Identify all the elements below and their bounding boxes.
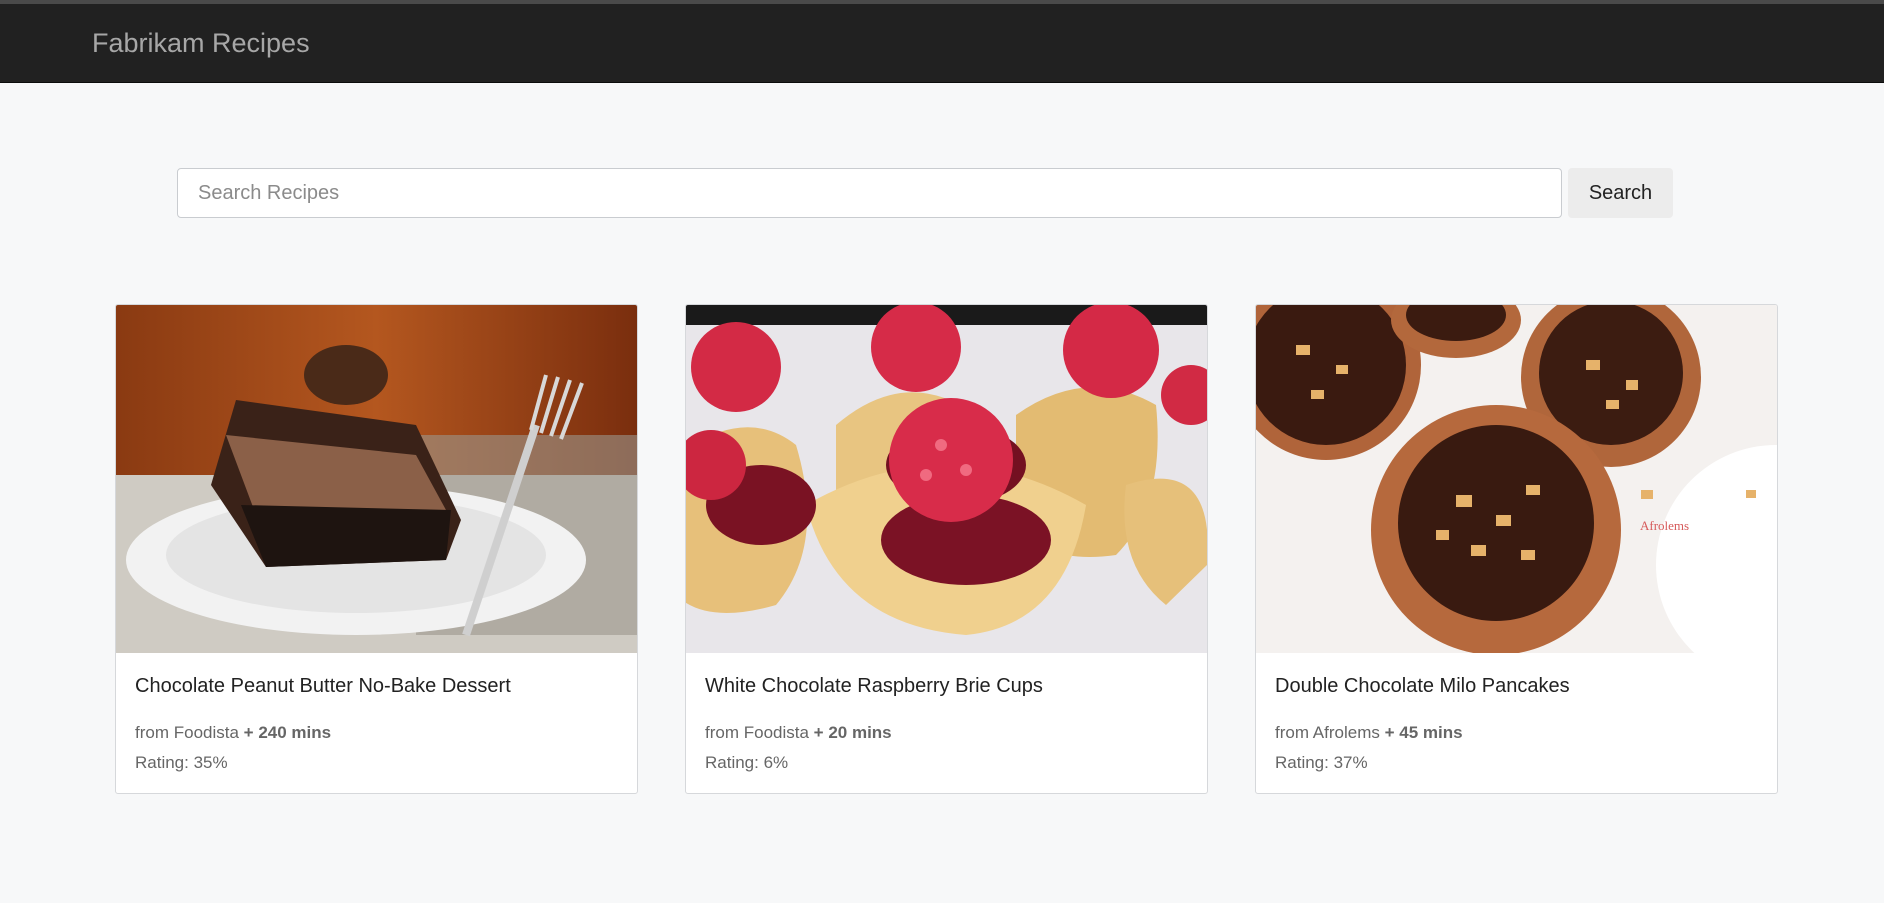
search-input[interactable] bbox=[177, 168, 1562, 218]
recipe-title[interactable]: Chocolate Peanut Butter No-Bake Dessert bbox=[135, 675, 511, 698]
cook-time: + 20 mins bbox=[813, 723, 892, 742]
recipe-card[interactable]: Afrolems Double Chocolate Milo Pancakes … bbox=[1255, 304, 1778, 794]
cook-time: + 240 mins bbox=[243, 723, 332, 742]
recipe-rating: Rating: 37% bbox=[1275, 753, 1368, 772]
source-name: Afrolems bbox=[1312, 723, 1380, 742]
navbar: Fabrikam Recipes bbox=[0, 4, 1884, 83]
recipe-card[interactable]: Chocolate Peanut Butter No-Bake Dessert … bbox=[115, 304, 638, 794]
photo-watermark: Afrolems bbox=[1640, 518, 1689, 533]
recipe-source: from Foodista + 240 mins bbox=[135, 723, 331, 743]
recipe-image[interactable] bbox=[686, 305, 1207, 653]
recipe-rating: Rating: 6% bbox=[705, 753, 789, 772]
source-name: Foodista bbox=[743, 723, 809, 742]
source-name: Foodista bbox=[173, 723, 239, 742]
source-prefix: from bbox=[1275, 723, 1309, 742]
search-bar: Search bbox=[177, 168, 1673, 218]
source-prefix: from bbox=[705, 723, 739, 742]
brand-link[interactable]: Fabrikam Recipes bbox=[92, 4, 310, 82]
recipe-source: from Foodista + 20 mins bbox=[705, 723, 892, 743]
source-prefix: from bbox=[135, 723, 169, 742]
recipe-image[interactable]: Afrolems bbox=[1256, 305, 1777, 653]
recipe-title[interactable]: White Chocolate Raspberry Brie Cups bbox=[705, 675, 1043, 698]
recipe-rating: Rating: 35% bbox=[135, 753, 228, 772]
recipe-title[interactable]: Double Chocolate Milo Pancakes bbox=[1275, 675, 1570, 698]
recipe-card[interactable]: White Chocolate Raspberry Brie Cups from… bbox=[685, 304, 1208, 794]
cook-time: + 45 mins bbox=[1384, 723, 1463, 742]
recipe-source: from Afrolems + 45 mins bbox=[1275, 723, 1463, 743]
search-button[interactable]: Search bbox=[1568, 168, 1673, 218]
recipe-image[interactable] bbox=[116, 305, 637, 653]
